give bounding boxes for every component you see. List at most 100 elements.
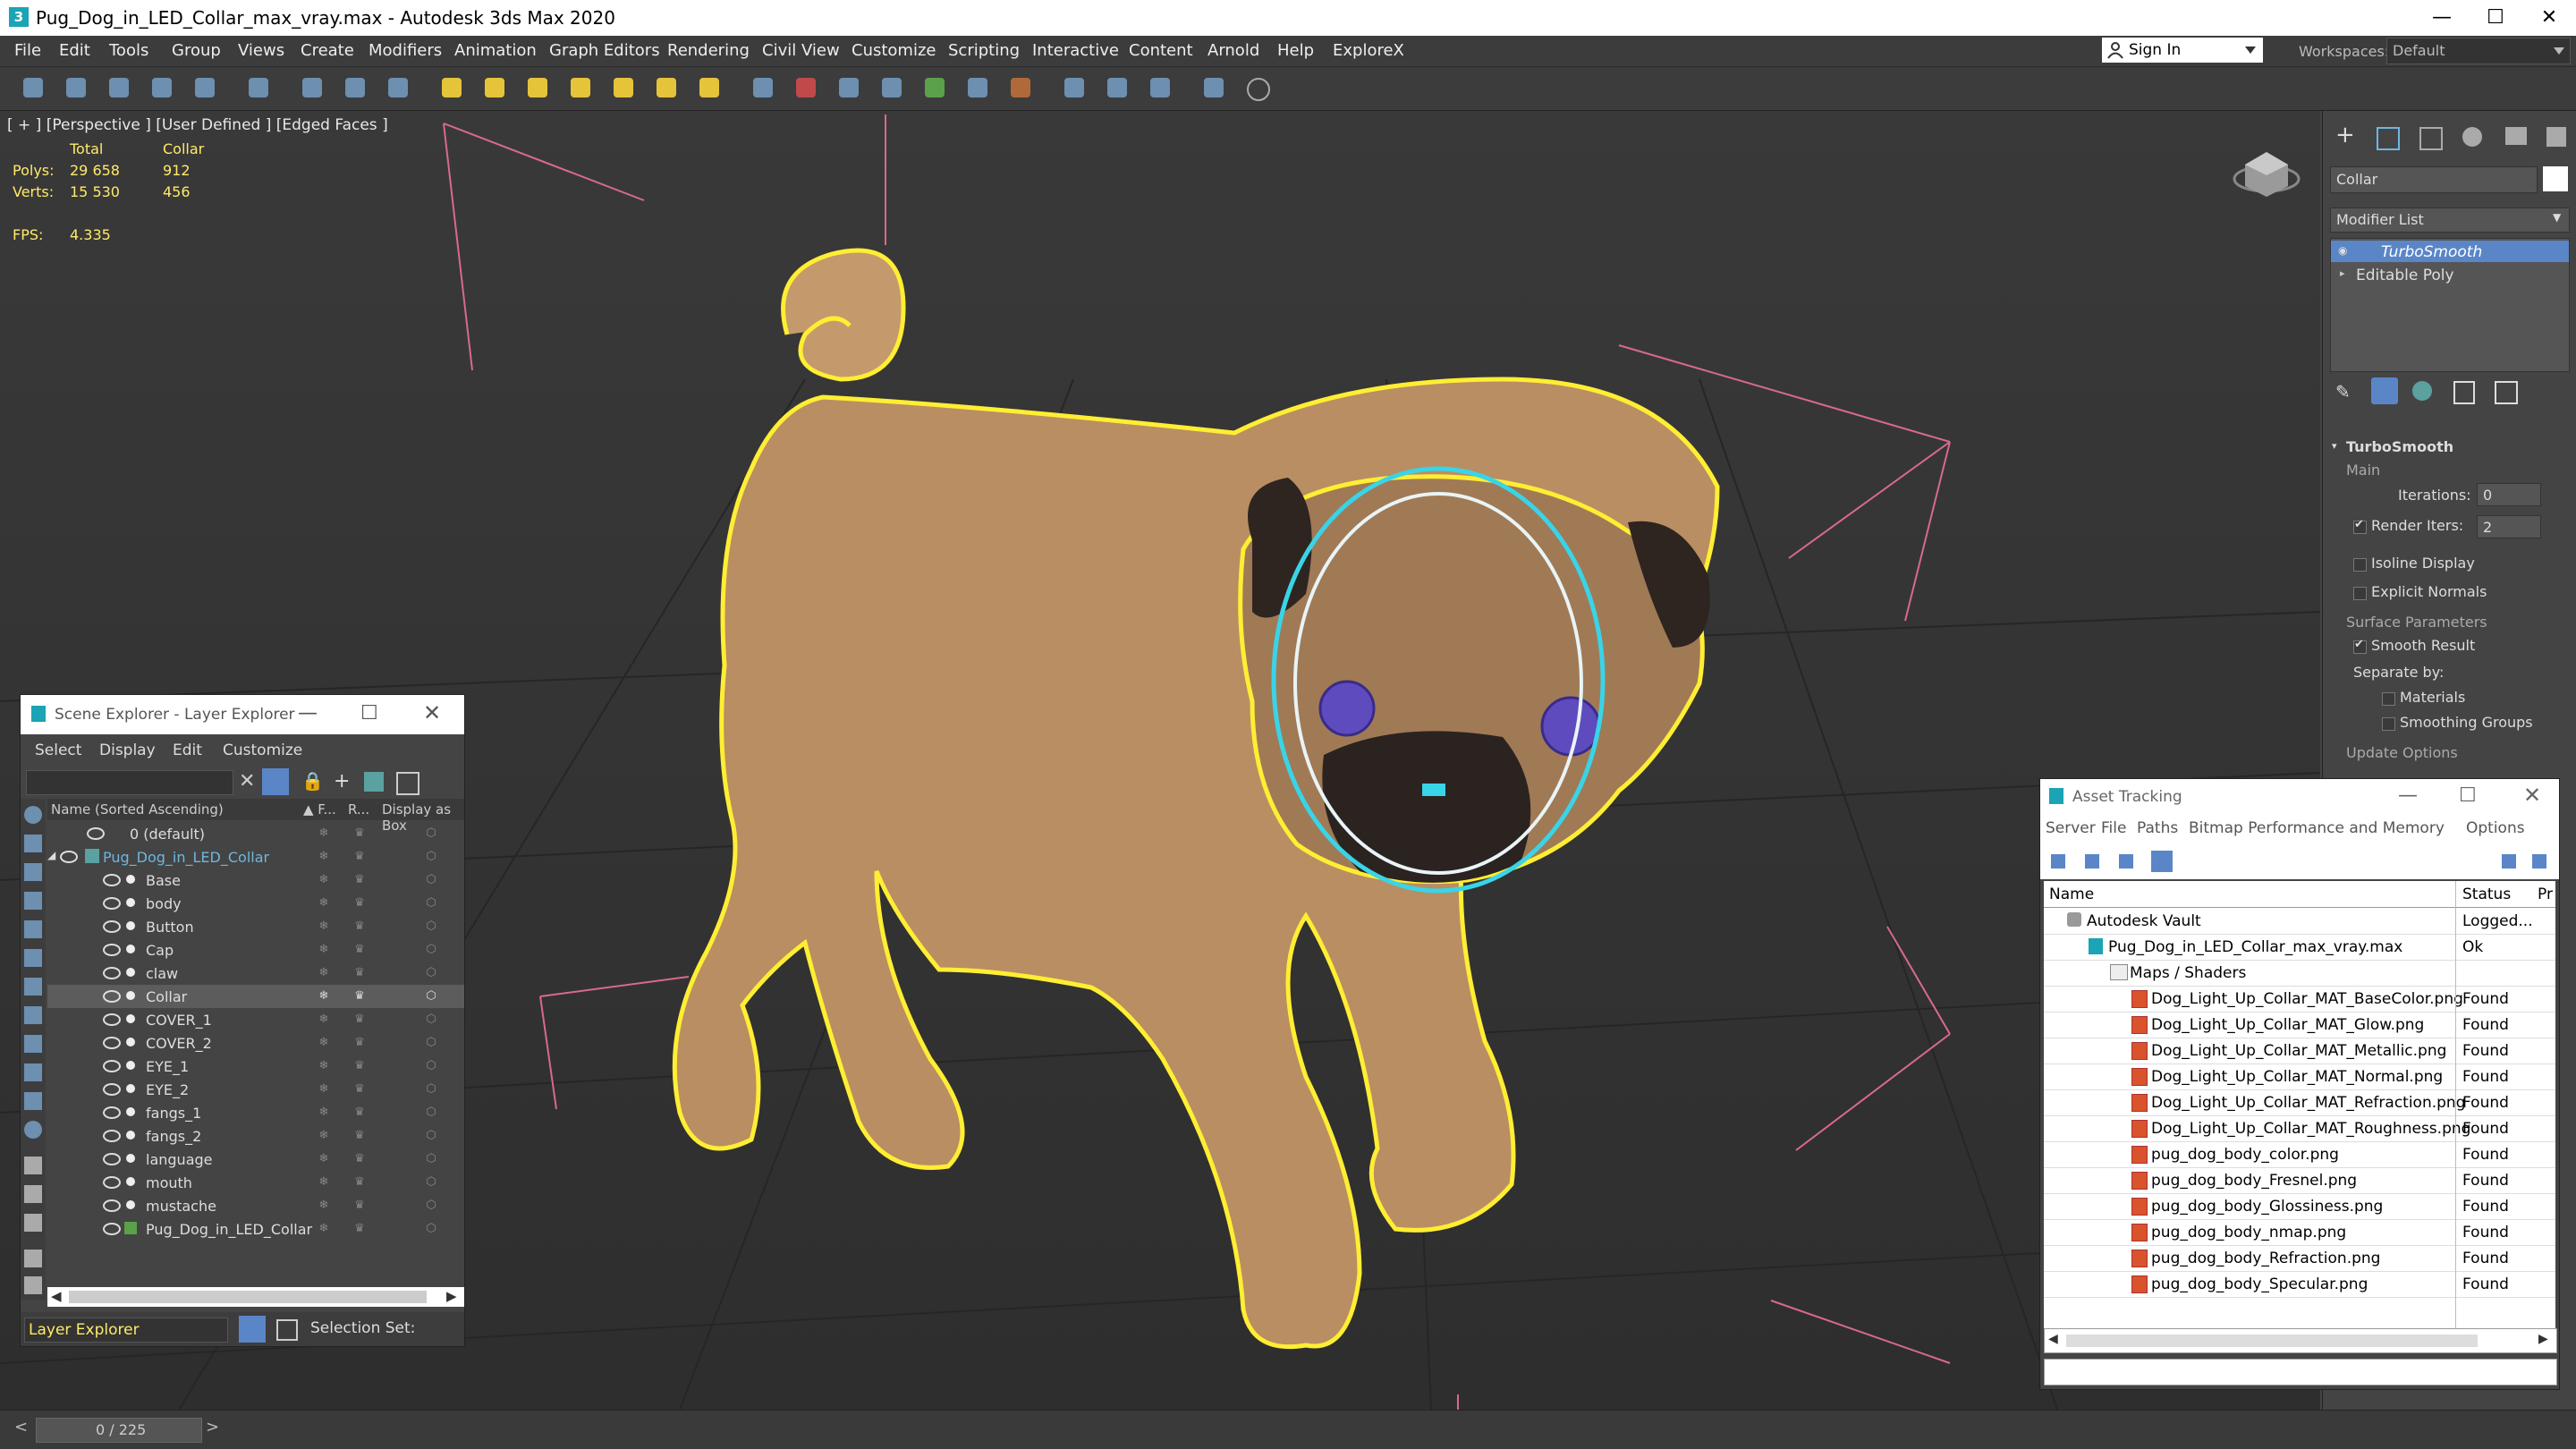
menu-graph-editors[interactable]: Graph Editors bbox=[549, 41, 660, 60]
modifier-list-dropdown[interactable]: Modifier List ▼ bbox=[2330, 208, 2570, 233]
eye-icon[interactable] bbox=[103, 1013, 121, 1026]
freeze-icon[interactable]: ❄ bbox=[318, 990, 330, 1003]
render-icon[interactable] bbox=[1150, 78, 1170, 97]
renderable-icon[interactable]: ♛ bbox=[353, 920, 366, 933]
eye-icon[interactable] bbox=[103, 944, 121, 956]
display-xrefs-icon[interactable] bbox=[24, 1006, 42, 1024]
renderable-icon[interactable]: ♛ bbox=[353, 1153, 366, 1165]
expand-arrow-icon[interactable]: ◢ bbox=[47, 849, 55, 861]
eye-icon[interactable] bbox=[103, 1130, 121, 1142]
stack-item-editable-poly[interactable]: ▸ Editable Poly bbox=[2331, 264, 2569, 285]
close-button[interactable]: ✕ bbox=[2522, 2, 2576, 34]
asset-row[interactable]: Maps / Shaders bbox=[2044, 960, 2555, 987]
cone-create-icon[interactable] bbox=[614, 78, 633, 97]
scene-explorer-titlebar[interactable]: Scene Explorer - Layer Explorer — ☐ ✕ bbox=[21, 695, 464, 734]
asset-row[interactable]: pug_dog_body_Refraction.png Found bbox=[2044, 1245, 2555, 1272]
column-status[interactable]: Status bbox=[2462, 886, 2511, 903]
asset-row[interactable]: Pug_Dog_in_LED_Collar_max_vray.max Ok bbox=[2044, 934, 2555, 961]
menu-edit[interactable]: Edit bbox=[59, 41, 90, 60]
scroll-right-icon[interactable]: ▶ bbox=[2538, 1332, 2548, 1346]
menu-civil-view[interactable]: Civil View bbox=[762, 41, 840, 60]
asset-row[interactable]: Autodesk Vault Logged... bbox=[2044, 908, 2555, 935]
renderable-icon[interactable]: ♛ bbox=[353, 1176, 366, 1189]
renderable-icon[interactable]: ♛ bbox=[353, 990, 366, 1003]
menu-help[interactable]: Help bbox=[1277, 41, 1314, 60]
iterations-spinner[interactable]: 0 bbox=[2477, 483, 2541, 506]
eye-icon[interactable] bbox=[60, 851, 78, 863]
asset-row[interactable]: pug_dog_body_Specular.png Found bbox=[2044, 1271, 2555, 1298]
box-icon[interactable]: ⬡ bbox=[425, 1037, 437, 1049]
display-hidden-icon[interactable] bbox=[24, 1121, 42, 1139]
isoline-display-checkbox[interactable] bbox=[2353, 558, 2367, 572]
menu-views[interactable]: Views bbox=[238, 41, 284, 60]
rect-selection-icon[interactable] bbox=[388, 78, 408, 97]
box-icon[interactable]: ⬡ bbox=[425, 1013, 437, 1026]
box-icon[interactable]: ⬡ bbox=[425, 990, 437, 1003]
menu-group[interactable]: Group bbox=[172, 41, 221, 60]
menu-arnold[interactable]: Arnold bbox=[1208, 41, 1259, 60]
freeze-icon[interactable]: ❄ bbox=[318, 1199, 330, 1212]
next-frame-icon[interactable]: > bbox=[206, 1418, 219, 1436]
expand-arrow-icon[interactable]: ▸ bbox=[2340, 267, 2345, 279]
clear-search-icon[interactable]: ✕ bbox=[239, 770, 255, 792]
asset-row[interactable]: pug_dog_body_Glossiness.png Found bbox=[2044, 1193, 2555, 1220]
materials-checkbox[interactable] bbox=[2382, 692, 2395, 706]
renderable-icon[interactable]: ♛ bbox=[353, 827, 366, 840]
freeze-icon[interactable]: ❄ bbox=[318, 1153, 330, 1165]
box-icon[interactable]: ⬡ bbox=[425, 827, 437, 840]
horizontal-scrollbar[interactable]: ◀ ▶ bbox=[47, 1287, 464, 1307]
eye-icon[interactable] bbox=[103, 967, 121, 979]
move-icon[interactable] bbox=[753, 78, 773, 97]
scale-icon[interactable] bbox=[839, 78, 859, 97]
select-object-icon[interactable] bbox=[302, 78, 322, 97]
asset-row[interactable]: Dog_Light_Up_Collar_MAT_Roughness.png Fo… bbox=[2044, 1115, 2555, 1142]
asset-row[interactable]: pug_dog_body_nmap.png Found bbox=[2044, 1219, 2555, 1246]
renderable-icon[interactable]: ♛ bbox=[353, 1013, 366, 1026]
renderable-icon[interactable]: ♛ bbox=[353, 1106, 366, 1119]
create-tab-icon[interactable]: + bbox=[2335, 123, 2357, 147]
menu-scripting[interactable]: Scripting bbox=[948, 41, 1020, 60]
link-icon[interactable] bbox=[109, 78, 129, 97]
renderable-icon[interactable]: ♛ bbox=[353, 1199, 366, 1212]
display-helpers-icon[interactable] bbox=[24, 920, 42, 938]
renderable-icon[interactable]: ♛ bbox=[353, 1060, 366, 1072]
explorer-type-dropdown[interactable]: Layer Explorer bbox=[24, 1318, 228, 1343]
freeze-icon[interactable]: ❄ bbox=[318, 1223, 330, 1235]
tree-row[interactable]: ◢ Pug_Dog_in_LED_Collar ❄ ♛ ⬡ bbox=[47, 845, 464, 869]
align-icon[interactable] bbox=[968, 78, 987, 97]
display-bones-icon[interactable] bbox=[24, 1035, 42, 1053]
display-spacewarps-icon[interactable] bbox=[24, 949, 42, 967]
rollout-collapse-icon[interactable]: ▾ bbox=[2332, 440, 2337, 452]
eye-icon[interactable] bbox=[87, 827, 105, 840]
stack-item-turbosmooth[interactable]: ◉ TurboSmooth bbox=[2331, 241, 2569, 262]
smooth-result-checkbox[interactable] bbox=[2353, 638, 2367, 654]
menu-edit[interactable]: Edit bbox=[173, 741, 202, 759]
freeze-icon[interactable]: ❄ bbox=[318, 851, 330, 863]
tree-row[interactable]: EYE_2 ❄ ♛ ⬡ bbox=[47, 1078, 464, 1101]
menu-interactive[interactable]: Interactive bbox=[1032, 41, 1119, 60]
maximize-button[interactable]: ☐ bbox=[2459, 784, 2477, 807]
snap-icon[interactable] bbox=[882, 78, 902, 97]
box-icon[interactable]: ⬡ bbox=[425, 1199, 437, 1212]
asset-row[interactable]: Dog_Light_Up_Collar_MAT_Glow.png Found bbox=[2044, 1012, 2555, 1038]
eye-icon[interactable] bbox=[103, 1223, 121, 1235]
layers-icon[interactable] bbox=[364, 772, 384, 792]
table-view-icon[interactable] bbox=[2119, 854, 2133, 869]
prev-frame-icon[interactable]: < bbox=[14, 1418, 28, 1436]
eye-icon[interactable] bbox=[103, 1199, 121, 1212]
turbosmooth-rollout-title[interactable]: TurboSmooth bbox=[2346, 438, 2453, 455]
explicit-normals-checkbox[interactable] bbox=[2353, 587, 2367, 600]
mirror-icon[interactable] bbox=[925, 78, 945, 97]
renderable-icon[interactable]: ♛ bbox=[353, 851, 366, 863]
utilities-tab-icon[interactable] bbox=[2546, 127, 2566, 147]
column-frozen[interactable]: ▲ F... bbox=[303, 801, 336, 818]
motion-tab-icon[interactable] bbox=[2462, 127, 2482, 147]
column-renderable[interactable]: R... bbox=[348, 801, 369, 818]
asset-row[interactable]: Dog_Light_Up_Collar_MAT_BaseColor.png Fo… bbox=[2044, 986, 2555, 1013]
eye-icon[interactable] bbox=[103, 897, 121, 910]
freeze-icon[interactable]: ❄ bbox=[318, 897, 330, 910]
freeze-icon[interactable]: ❄ bbox=[318, 920, 330, 933]
freeze-icon[interactable]: ❄ bbox=[318, 1130, 330, 1142]
box-create-icon[interactable] bbox=[442, 78, 462, 97]
box-icon[interactable]: ⬡ bbox=[425, 874, 437, 886]
